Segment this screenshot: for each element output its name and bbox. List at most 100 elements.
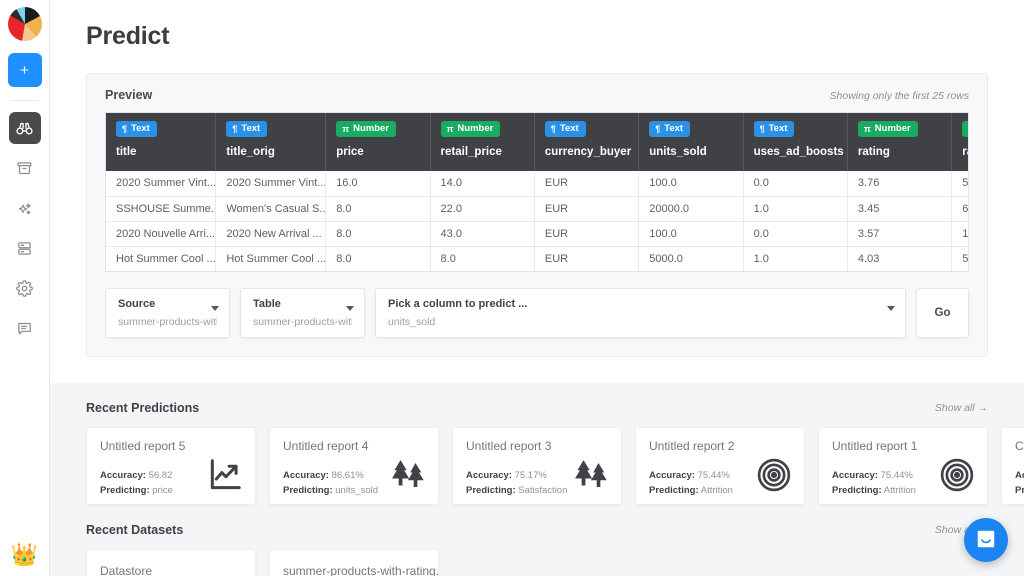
table-cell: 2020 Summer Vint... [215, 171, 327, 197]
new-item-button[interactable]: + [7, 53, 42, 87]
accuracy-label: Accuracy: [100, 470, 146, 481]
predicting-value: units_sold [335, 484, 379, 496]
recent-datasets-header: Recent Datasets Show all → [86, 523, 988, 537]
table-cell: 8.0 [325, 246, 431, 271]
prediction-card[interactable]: Untitled report 5 Accuracy: 56.82 Predicti… [86, 427, 256, 505]
column-header[interactable]: ¶ Text currency_buyer [534, 113, 640, 171]
text-type-icon: ¶ [122, 123, 128, 134]
table-cell: Hot Summer Cool ... [106, 246, 217, 271]
prediction-card[interactable]: Untitled report 3 Accuracy: 75.17% Predict… [452, 427, 622, 505]
pi-icon: π [446, 123, 454, 134]
go-button[interactable]: Go [916, 288, 969, 338]
dataset-card[interactable]: summer-products-with-rating... [269, 549, 439, 576]
table-cell: EUR [534, 246, 640, 271]
dataset-card-title: Datastore [100, 564, 153, 576]
column-header[interactable]: π Number rating [847, 113, 953, 171]
source-select[interactable]: Source summer-products-with-rati... [105, 288, 230, 338]
chat-bubble-fab[interactable] [964, 518, 1008, 562]
predict-controls: Source summer-products-with-rati... Tabl… [105, 288, 969, 338]
column-header[interactable]: ¶ Text title_orig [215, 113, 327, 171]
number-type-badge: πNumber [857, 121, 918, 137]
text-type-badge: ¶ Text [226, 121, 268, 137]
column-header[interactable]: π Number price [325, 113, 431, 171]
table-cell: 3.57 [847, 221, 953, 247]
column-header[interactable]: ¶ Text uses_ad_boosts [743, 113, 848, 171]
chevron-down-icon [346, 306, 354, 311]
type-badge-label: Number [457, 123, 494, 134]
column-header[interactable]: πNumber rating_count [951, 113, 969, 171]
pi-icon: π [968, 124, 969, 134]
table-value: summer-products-with-rati... [253, 316, 352, 328]
table-select[interactable]: Table summer-products-with-rati... [240, 288, 365, 338]
column-name: uses_ad_boosts [753, 146, 844, 158]
text-type-icon: ¶ [759, 123, 765, 134]
sidebar-item-settings[interactable] [9, 272, 41, 304]
table-row[interactable]: 2020 Summer Vint... 2020 Summer Vint... 16… [106, 171, 968, 197]
preview-table-scroll[interactable]: ¶ Text title ¶ Text title_orig π Number price π Nu… [105, 112, 969, 272]
table-cell: 0.0 [743, 221, 848, 247]
table-row[interactable]: SSHOUSE Summe... Women's Casual S... 8.0 22… [106, 196, 968, 222]
accuracy-label: Ac [1015, 470, 1024, 481]
database-icon [16, 240, 33, 257]
page-title: Predict [86, 22, 170, 50]
rail-divider [10, 100, 39, 101]
text-type-badge: ¶ Text [649, 121, 691, 137]
dataset-card[interactable]: Datastore [86, 549, 256, 576]
pi-icon: π [863, 123, 871, 134]
predict-column-select[interactable]: Pick a column to predict ... units_sold [375, 288, 906, 338]
table-cell: 20000.0 [638, 196, 744, 222]
table-cell: 3.76 [847, 171, 953, 197]
accuracy-label: Accuracy: [649, 470, 695, 481]
table-cell: 16.0 [325, 171, 431, 197]
table-cell: 22.0 [430, 196, 535, 222]
sidebar-item-datastore[interactable] [9, 232, 41, 264]
table-cell: 43.0 [430, 221, 535, 247]
predicting-value: Attrition [700, 484, 733, 496]
table-cell: 6135.0 [951, 196, 968, 222]
prediction-card[interactable]: Untitled report 1 Accuracy: 75.44% Predict… [818, 427, 988, 505]
type-badge-label: Text [664, 123, 684, 134]
chat-icon [16, 320, 33, 337]
predicting-label: Pr [1015, 484, 1024, 496]
recent-predictions-list: Untitled report 5 Accuracy: 56.82 Predicti… [50, 427, 1024, 505]
predicting-value: price [152, 484, 173, 496]
dataset-card-title: summer-products-with-rating... [283, 564, 439, 576]
accuracy-label: Accuracy: [466, 470, 512, 481]
crown-upgrade-icon[interactable]: 👑 [11, 544, 38, 566]
preview-panel-header: Preview Showing only the first 25 rows [105, 88, 969, 102]
column-header[interactable]: ¶ Text title [106, 113, 217, 171]
prediction-accuracy: Ac [1015, 469, 1024, 484]
column-header[interactable]: π Number retail_price [430, 113, 535, 171]
recent-predictions-header: Recent Predictions Show all → [86, 401, 988, 415]
table-row[interactable]: 2020 Nouvelle Arri... 2020 New Arrival ..… [106, 221, 968, 247]
accuracy-label: Accuracy: [832, 470, 878, 481]
table-cell: 1.0 [743, 196, 848, 222]
prediction-card[interactable]: Ch Ac Pr [1001, 427, 1024, 505]
text-type-badge: ¶ Text [116, 121, 157, 137]
prediction-card-title: Untitled report 2 [649, 439, 735, 453]
table-cell: 579.0 [951, 246, 968, 271]
prediction-card[interactable]: Untitled report 4 Accuracy: 86.61% Predict… [269, 427, 439, 505]
column-header[interactable]: ¶ Text units_sold [638, 113, 744, 171]
sidebar-item-predict[interactable] [8, 112, 41, 144]
table-cell: 14.0 [951, 221, 968, 247]
pie-chart-logo[interactable] [7, 7, 42, 41]
number-type-badge: πNumber [440, 121, 501, 137]
left-nav-rail: + 👑 [0, 0, 50, 576]
sidebar-item-enrich[interactable] [9, 192, 41, 224]
preview-row-note: Showing only the first 25 rows [829, 90, 969, 102]
accuracy-value: 75.17% [514, 470, 547, 481]
prediction-card[interactable]: Untitled report 2 Accuracy: 75.44% Predict… [635, 427, 805, 505]
table-cell: 2020 New Arrival ... [215, 221, 327, 247]
table-cell: 1.0 [743, 246, 848, 271]
sidebar-item-feedback[interactable] [9, 312, 41, 344]
recent-predictions-title: Recent Predictions [86, 401, 200, 415]
predictions-show-all-link[interactable]: Show all → [935, 402, 988, 414]
sidebar-item-datasets[interactable] [9, 152, 41, 184]
table-cell: 2020 Nouvelle Arri... [106, 221, 217, 247]
prediction-card-title: Untitled report 3 [466, 439, 552, 453]
table-row[interactable]: Hot Summer Cool ... Hot Summer Cool ... 8.… [106, 246, 968, 271]
accuracy-value: 86.61% [331, 470, 364, 481]
column-name: title_orig [226, 146, 275, 158]
text-type-icon: ¶ [232, 123, 238, 134]
